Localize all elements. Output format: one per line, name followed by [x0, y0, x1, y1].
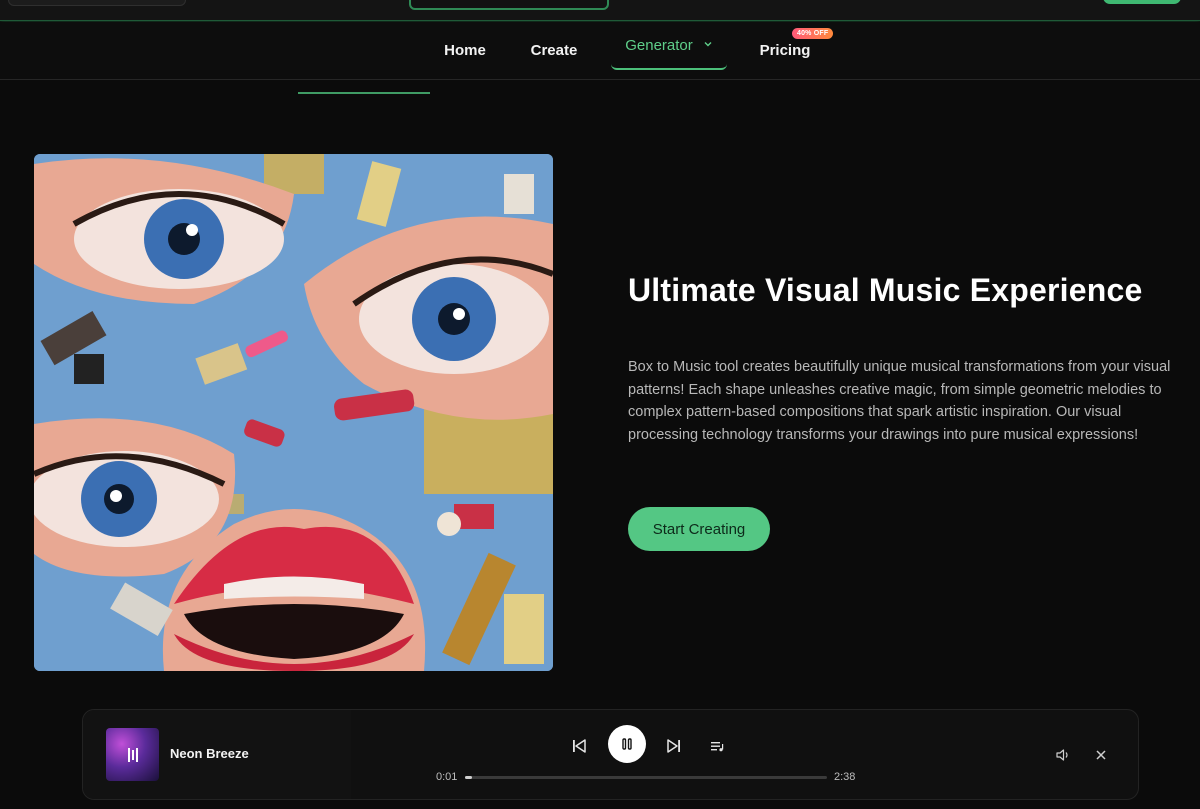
- total-time: 2:38: [834, 771, 856, 783]
- nav-create-label: Create: [530, 41, 578, 59]
- equalizer-icon: [127, 747, 138, 762]
- header-cta-button[interactable]: [1103, 0, 1181, 4]
- chevron-down-icon: [703, 39, 713, 52]
- volume-icon[interactable]: [1052, 744, 1074, 766]
- nav-generator[interactable]: Generator: [611, 22, 727, 70]
- track-cover-art[interactable]: [106, 728, 159, 781]
- nav-pricing-label: Pricing: [759, 41, 811, 59]
- nav-home-label: Home: [444, 41, 486, 59]
- hero-title: Ultimate Visual Music Experience: [628, 272, 1143, 308]
- current-time: 0:01: [436, 771, 458, 783]
- search-input[interactable]: [409, 0, 609, 10]
- main-nav: Home Create Generator Pricing 40% OFF: [0, 22, 1200, 80]
- track-name: Neon Breeze: [170, 746, 249, 761]
- close-icon[interactable]: [1090, 744, 1112, 766]
- music-player-bar: Neon Breeze 0:01 2:38: [82, 709, 1139, 800]
- progress-bar[interactable]: [465, 776, 827, 779]
- pause-icon[interactable]: [608, 725, 646, 763]
- logo[interactable]: [8, 0, 186, 6]
- hero-description: Box to Music tool creates beautifully un…: [628, 359, 1171, 443]
- skip-previous-icon[interactable]: [567, 734, 591, 758]
- start-creating-button[interactable]: Start Creating: [628, 507, 770, 551]
- start-creating-label: Start Creating: [652, 520, 746, 538]
- nav-create[interactable]: Create: [517, 22, 591, 78]
- queue-icon[interactable]: [705, 734, 729, 758]
- nav-home[interactable]: Home: [430, 22, 500, 78]
- skip-next-icon[interactable]: [662, 734, 686, 758]
- hero-collage-image: [34, 154, 553, 671]
- progress-fill: [465, 776, 473, 779]
- top-header-strip: [0, 0, 1200, 21]
- pricing-discount-badge: 40% OFF: [792, 28, 834, 39]
- track-info-panel: Neon Breeze: [83, 710, 351, 799]
- nav-generator-label: Generator: [625, 36, 693, 54]
- section-accent-line: [298, 92, 430, 94]
